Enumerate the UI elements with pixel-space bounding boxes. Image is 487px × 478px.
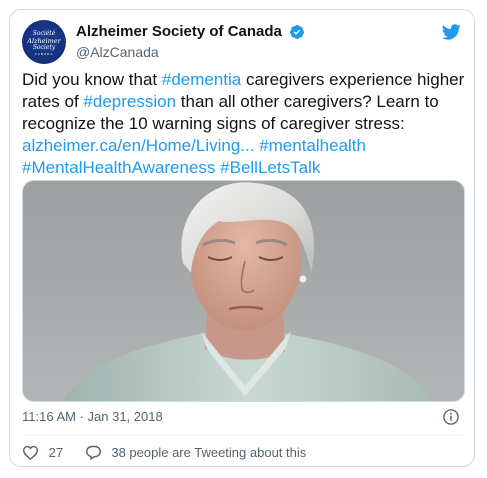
hashtag-link[interactable]: #mentalhealth	[259, 136, 366, 155]
hashtag-link[interactable]: #MentalHealthAwareness	[22, 158, 215, 177]
speech-bubble-icon	[85, 446, 101, 461]
info-icon[interactable]	[442, 408, 460, 426]
like-count: 27	[48, 444, 64, 460]
tweet-header: Société Alzheimer Society CANADA Alzheim…	[22, 20, 462, 68]
hashtag-link[interactable]: #dementia	[162, 70, 241, 89]
portrait-illustration	[23, 181, 464, 401]
tweet-actions: 27 38 people are Tweeting about this	[22, 442, 306, 462]
heart-icon	[22, 446, 39, 461]
verified-badge-icon	[290, 25, 305, 39]
divider	[22, 435, 462, 436]
like-button[interactable]: 27	[22, 442, 63, 463]
display-name[interactable]: Alzheimer Society of Canada	[76, 23, 282, 41]
tweet-text: Did you know that #dementia caregivers e…	[22, 69, 468, 179]
conversation-label: 38 people are Tweeting about this	[111, 444, 307, 460]
tweet-timestamp[interactable]: 11:16 AM · Jan 31, 2018	[22, 409, 163, 424]
avatar[interactable]: Société Alzheimer Society CANADA	[22, 20, 66, 64]
hashtag-link[interactable]: #BellLetsTalk	[220, 158, 320, 177]
tweet-meta: 11:16 AM · Jan 31, 2018	[22, 407, 462, 427]
tweet-card[interactable]: Société Alzheimer Society CANADA Alzheim…	[9, 9, 475, 467]
avatar-text-line-3: Society	[32, 44, 56, 51]
tweet-text-segment: Did you know that	[22, 70, 162, 89]
hashtag-link[interactable]: #depression	[83, 92, 176, 111]
url-link[interactable]: alzheimer.ca/en/Home/Living...	[22, 136, 254, 155]
author-names: Alzheimer Society of Canada @AlzCanada	[76, 23, 305, 62]
account-handle[interactable]: @AlzCanada	[76, 42, 305, 62]
conversation-button[interactable]: 38 people are Tweeting about this	[85, 442, 307, 463]
twitter-bird-icon[interactable]	[440, 22, 462, 42]
tweet-photo[interactable]	[22, 180, 465, 402]
avatar-text-line-4: CANADA	[34, 52, 54, 56]
